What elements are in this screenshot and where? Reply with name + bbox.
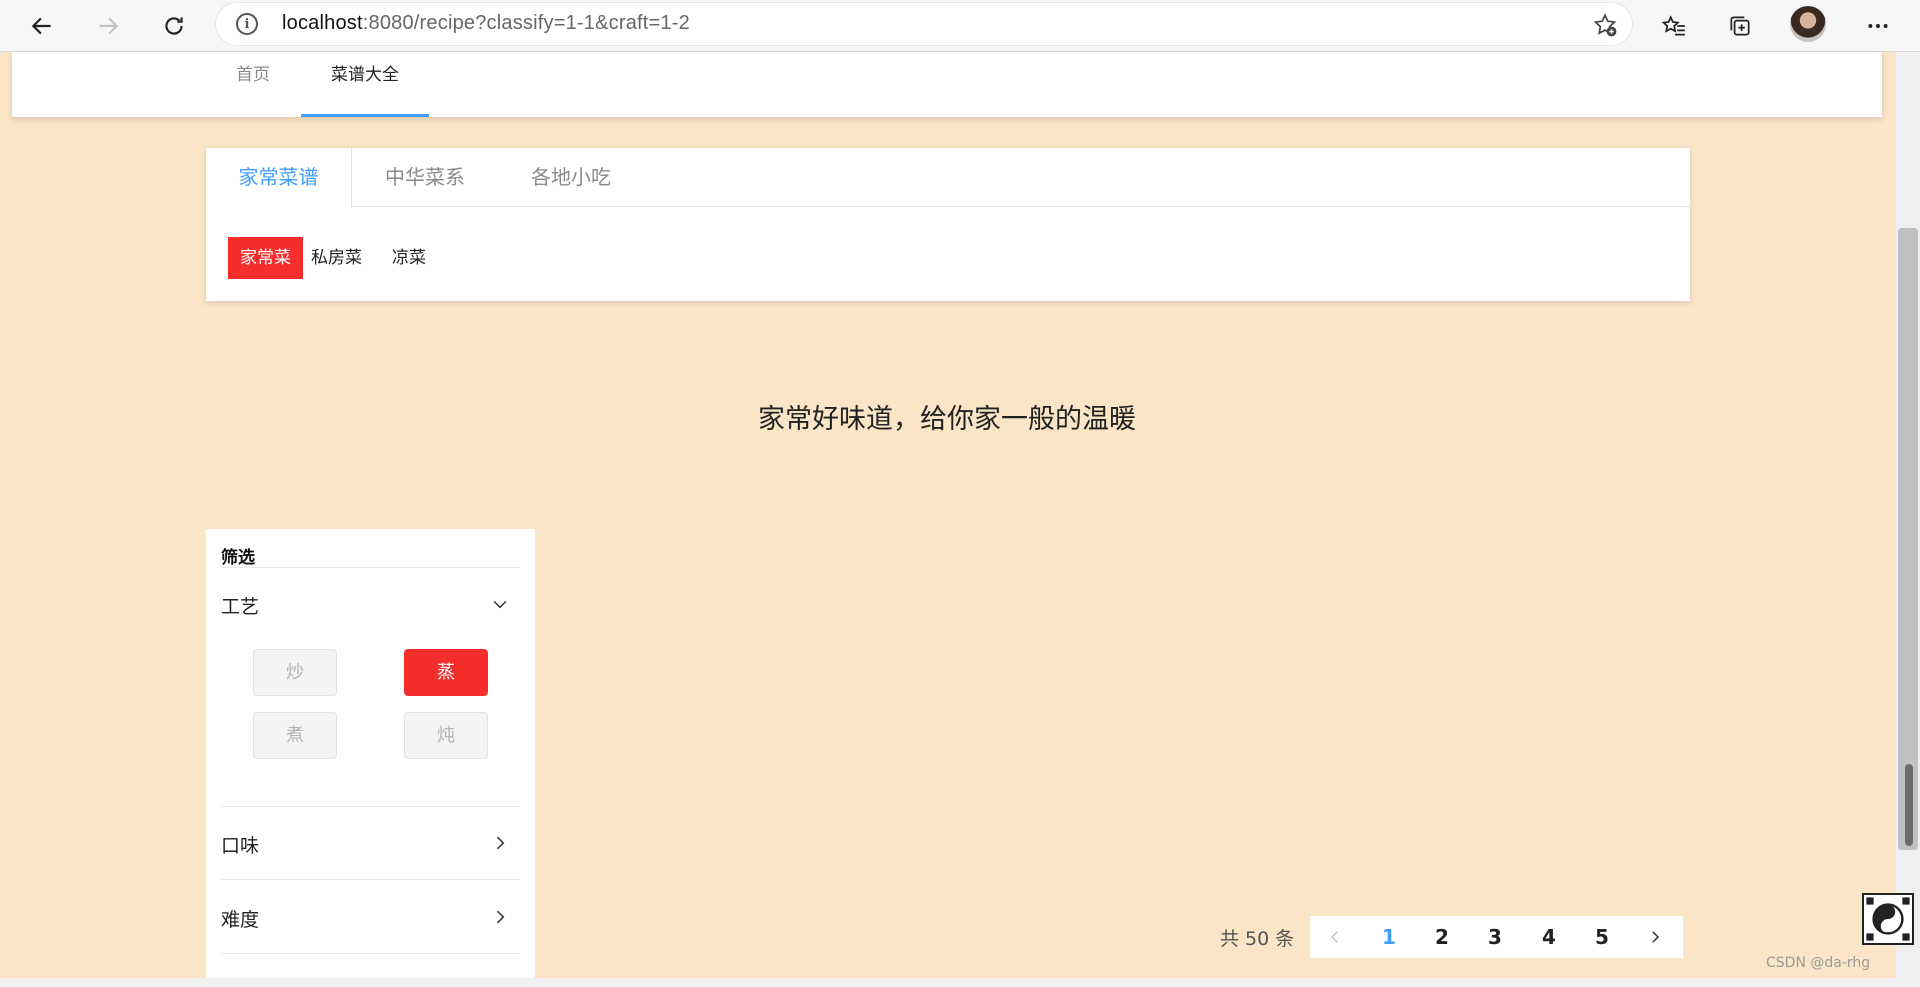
page-button[interactable]: 3 bbox=[1470, 916, 1520, 958]
filter-title: 筛选 bbox=[221, 548, 255, 568]
filter-section-flavor[interactable]: 口味 bbox=[221, 823, 520, 863]
info-icon[interactable]: i bbox=[236, 13, 258, 35]
craft-option-stir-fry[interactable]: 炒 bbox=[253, 649, 337, 696]
page-button[interactable]: 1 bbox=[1364, 916, 1414, 958]
next-page-button[interactable] bbox=[1630, 916, 1680, 958]
chevron-right-icon bbox=[496, 836, 505, 850]
back-button[interactable] bbox=[22, 6, 62, 46]
nav-recipes[interactable]: 菜谱大全 bbox=[301, 52, 429, 117]
pagination-total: 共 50 条 bbox=[1220, 928, 1295, 950]
filter-section-difficulty[interactable]: 难度 bbox=[221, 897, 520, 937]
forward-icon bbox=[99, 17, 119, 35]
chevron-right-icon bbox=[496, 910, 505, 924]
address-bar[interactable]: i localhost:8080/recipe?classify=1-1&cra… bbox=[216, 3, 1632, 45]
divider bbox=[221, 879, 520, 880]
filter-section-label: 口味 bbox=[221, 835, 260, 857]
scrollbar-grip[interactable] bbox=[1905, 764, 1913, 846]
subtag-home-dishes[interactable]: 家常菜 bbox=[228, 237, 303, 279]
craft-option-boil[interactable]: 煮 bbox=[253, 712, 337, 759]
pagination: 1 2 3 4 5 bbox=[1310, 916, 1683, 958]
filter-section-label: 难度 bbox=[221, 909, 260, 931]
browser-toolbar: i localhost:8080/recipe?classify=1-1&cra… bbox=[0, 0, 1920, 52]
forward-button[interactable] bbox=[88, 6, 128, 46]
slogan: 家常好味道，给你家一般的温暖 bbox=[758, 404, 1136, 435]
favorites-button[interactable] bbox=[1654, 6, 1694, 46]
site-header: 首页 菜谱大全 bbox=[12, 52, 1882, 117]
nav-home[interactable]: 首页 bbox=[206, 52, 300, 117]
subtag-cold-dishes[interactable]: 凉菜 bbox=[380, 237, 438, 279]
category-tabs: 家常菜谱 中华菜系 各地小吃 bbox=[206, 148, 1690, 208]
more-button[interactable] bbox=[1858, 6, 1898, 46]
url-text[interactable]: localhost:8080/recipe?classify=1-1&craft… bbox=[282, 12, 690, 35]
refresh-icon bbox=[165, 17, 183, 35]
divider bbox=[221, 567, 520, 568]
divider bbox=[221, 953, 520, 954]
add-favorite-icon[interactable] bbox=[1592, 12, 1618, 38]
collections-button[interactable] bbox=[1720, 6, 1760, 46]
subcategory-list: 家常菜 私房菜 凉菜 bbox=[228, 237, 438, 279]
craft-option-steam[interactable]: 蒸 bbox=[404, 649, 488, 696]
chevron-right-icon bbox=[1652, 931, 1660, 943]
refresh-button[interactable] bbox=[154, 6, 194, 46]
craft-option-stew[interactable]: 炖 bbox=[404, 712, 488, 759]
divider bbox=[221, 806, 520, 807]
bottom-strip bbox=[0, 978, 1920, 987]
avatar[interactable] bbox=[1790, 6, 1826, 42]
scrollbar-thumb[interactable] bbox=[1898, 228, 1918, 850]
chevron-down-icon bbox=[493, 600, 507, 609]
filter-section-craft[interactable]: 工艺 bbox=[221, 584, 520, 624]
filter-panel: 筛选 工艺 炒 蒸 煮 炖 口味 难度 bbox=[206, 529, 535, 987]
tab-home-recipes[interactable]: 家常菜谱 bbox=[206, 148, 352, 208]
taiji-icon bbox=[1866, 897, 1910, 941]
qr-code-icon[interactable] bbox=[1862, 893, 1914, 945]
filter-section-label: 工艺 bbox=[221, 596, 260, 618]
watermark: CSDN @da-rhg bbox=[1766, 955, 1871, 971]
back-icon bbox=[31, 17, 51, 35]
more-icon bbox=[1868, 24, 1888, 28]
page-button[interactable]: 2 bbox=[1417, 916, 1467, 958]
chevron-left-icon bbox=[1330, 931, 1338, 943]
category-card: 家常菜谱 中华菜系 各地小吃 家常菜 私房菜 凉菜 bbox=[206, 148, 1690, 301]
prev-page-button[interactable] bbox=[1310, 916, 1360, 958]
collections-icon bbox=[1730, 16, 1750, 36]
page-button[interactable]: 4 bbox=[1524, 916, 1574, 958]
subtag-private-dishes[interactable]: 私房菜 bbox=[311, 237, 362, 279]
favorites-icon bbox=[1661, 15, 1685, 36]
tab-local-snacks[interactable]: 各地小吃 bbox=[498, 148, 644, 207]
tab-chinese-cuisine[interactable]: 中华菜系 bbox=[352, 148, 498, 207]
page-button[interactable]: 5 bbox=[1577, 916, 1627, 958]
